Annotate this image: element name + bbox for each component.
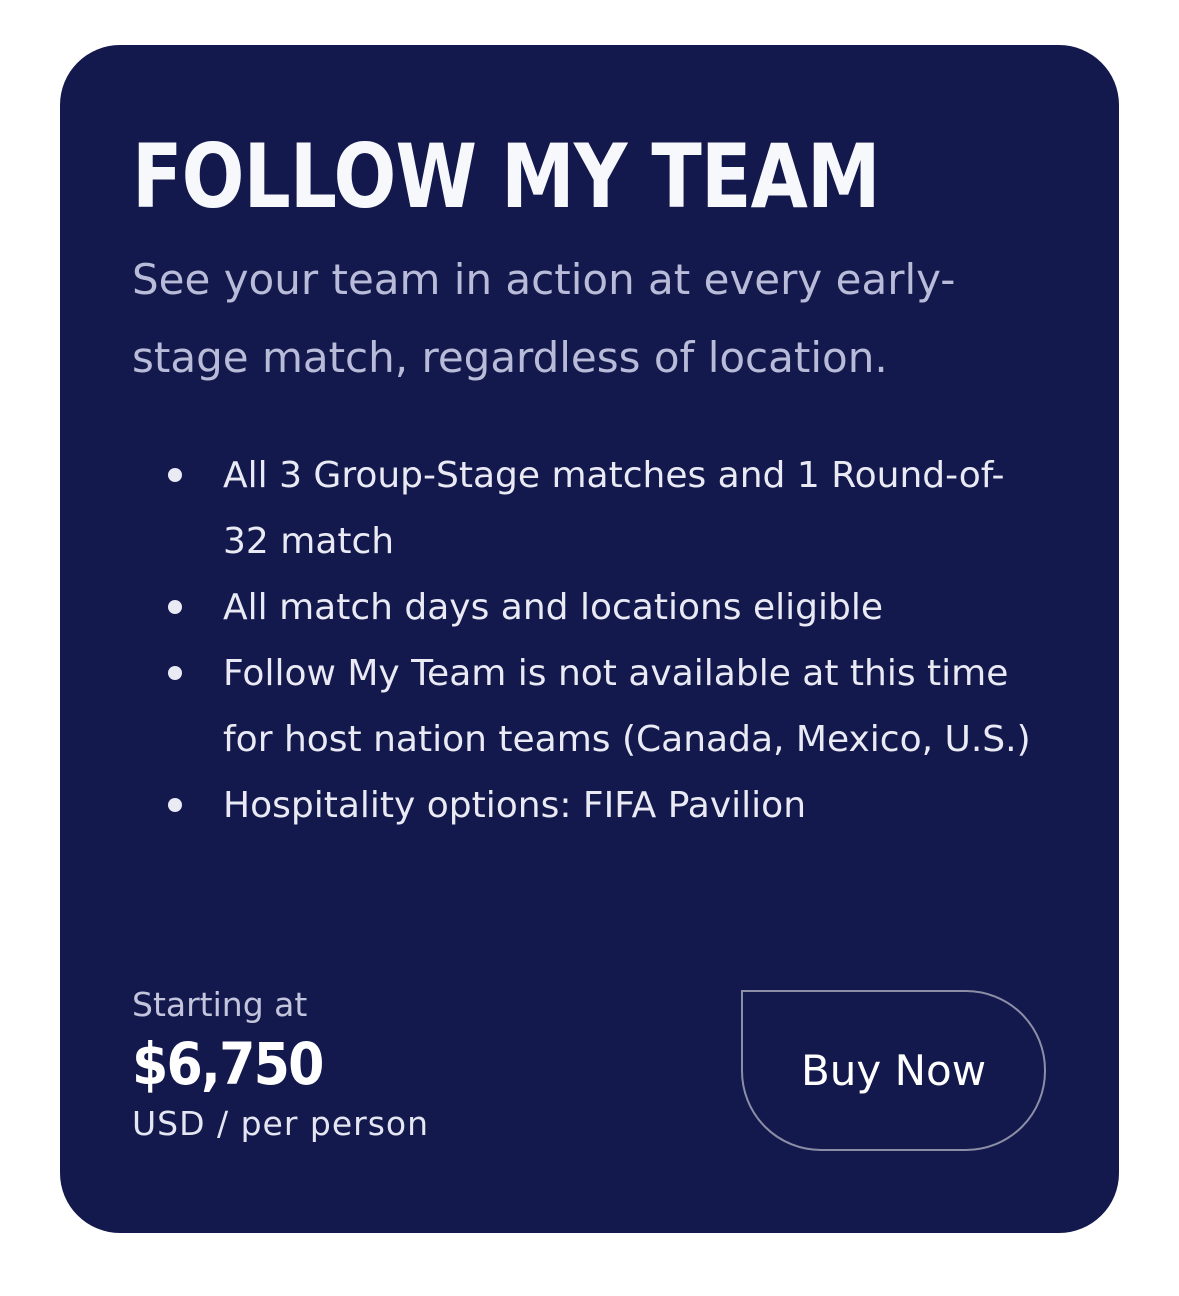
package-title: FOLLOW MY TEAM (132, 125, 881, 228)
feature-item: All match days and locations eligible (168, 575, 1048, 641)
feature-item: Follow My Team is not available at this … (168, 641, 1048, 773)
price-unit: USD / per person (132, 1104, 430, 1143)
bullet-dot-icon (168, 798, 182, 812)
bullet-dot-icon (168, 666, 182, 680)
price-block: Starting at $6,750 USD / per person (132, 983, 429, 1147)
feature-text: Follow My Team is not available at this … (223, 653, 1031, 760)
feature-item: Hospitality options: FIFA Pavilion (168, 773, 1048, 839)
bullet-dot-icon (168, 468, 182, 482)
feature-list: All 3 Group-Stage matches and 1 Round-of… (168, 443, 1048, 839)
starting-at-label: Starting at (132, 985, 308, 1024)
bullet-dot-icon (168, 600, 182, 614)
package-description: See your team in action at every early-s… (132, 255, 956, 382)
buy-now-button[interactable]: Buy Now (741, 990, 1046, 1151)
package-card: FOLLOW MY TEAM See your team in action a… (60, 45, 1119, 1233)
feature-text: All match days and locations eligible (223, 587, 884, 628)
feature-text: Hospitality options: FIFA Pavilion (223, 785, 807, 826)
feature-item: All 3 Group-Stage matches and 1 Round-of… (168, 443, 1048, 575)
price-value: $6,750 (132, 1030, 324, 1098)
feature-text: All 3 Group-Stage matches and 1 Round-of… (223, 455, 1005, 562)
